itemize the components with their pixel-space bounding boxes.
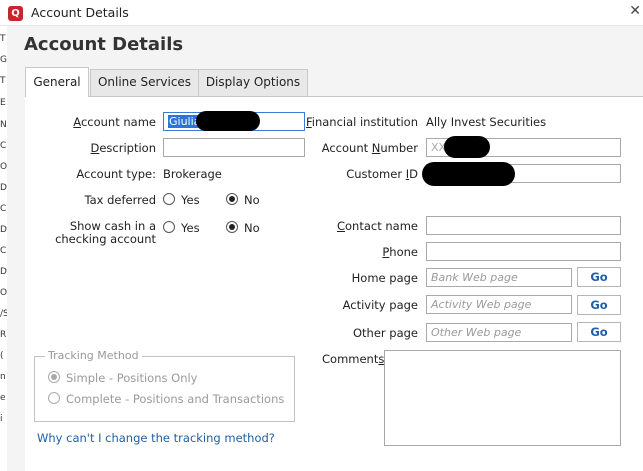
strip-letter: D [0, 267, 7, 277]
comments-textarea[interactable] [384, 350, 621, 446]
tax-deferred-yes-label[interactable]: Yes [181, 193, 200, 207]
strip-letter: D [0, 183, 7, 193]
redaction-mark [422, 162, 515, 186]
phone-label: Phone [382, 245, 418, 259]
strip-letter: D [0, 225, 7, 235]
tab-online-services[interactable]: Online Services [90, 69, 199, 96]
tab-general[interactable]: General [25, 67, 89, 97]
strip-letter: ( [0, 351, 4, 361]
redaction-mark [196, 111, 260, 131]
tracking-simple-label: Simple - Positions Only [66, 371, 198, 385]
background-window-strip: T G T E N C O D C D C D O /S R ( n e i [0, 26, 7, 471]
financial-institution-value: Ally Invest Securities [426, 115, 547, 129]
tax-deferred-label: Tax deferred [84, 193, 156, 207]
description-label: Description [90, 141, 156, 155]
phone-input[interactable] [426, 242, 621, 261]
show-cash-no-label[interactable]: No [244, 221, 260, 235]
account-type-value: Brokerage [163, 167, 222, 181]
home-page-input[interactable]: Bank Web page [426, 268, 572, 287]
strip-letter: i [0, 414, 3, 424]
strip-letter: e [0, 393, 6, 403]
contact-name-input[interactable] [426, 216, 621, 235]
other-page-label: Other page [352, 326, 418, 340]
tax-deferred-yes-radio[interactable] [163, 193, 175, 205]
tax-deferred-no-radio[interactable] [226, 193, 238, 205]
strip-letter: n [0, 372, 6, 382]
account-number-label: Account Number [321, 141, 418, 155]
redaction-mark [444, 136, 490, 158]
account-name-label: Account name [73, 115, 156, 129]
tab-display-options[interactable]: Display Options [198, 69, 308, 96]
strip-letter: T [0, 76, 6, 86]
comments-label: Comments [322, 352, 385, 366]
show-cash-no-radio[interactable] [226, 221, 238, 233]
tracking-method-group [34, 356, 295, 422]
strip-letter: C [0, 246, 7, 256]
strip-letter: N [0, 120, 7, 130]
title-bar: Q Account Details ✕ [0, 0, 643, 26]
show-cash-label: Show cash in a checking account [55, 219, 156, 246]
strip-letter: /S [0, 309, 7, 319]
contact-name-label: Contact name [336, 219, 418, 233]
strip-letter: O [0, 288, 7, 298]
tracking-complete-label: Complete - Positions and Transactions [66, 392, 285, 406]
strip-letter: R [0, 330, 7, 340]
description-input[interactable] [163, 138, 305, 157]
tracking-simple-radio [48, 371, 60, 383]
strip-letter: E [0, 98, 6, 108]
tracking-complete-radio [48, 392, 60, 404]
other-page-go-button[interactable]: Go [577, 322, 621, 342]
close-icon[interactable]: ✕ [629, 3, 641, 19]
show-cash-yes-label[interactable]: Yes [181, 221, 200, 235]
home-page-label: Home page [351, 271, 418, 285]
strip-letter: T [0, 34, 6, 44]
show-cash-yes-radio[interactable] [163, 221, 175, 233]
home-page-go-button[interactable]: Go [577, 267, 621, 287]
account-type-label: Account type: [76, 167, 156, 181]
window-title: Account Details [31, 5, 129, 20]
activity-page-input[interactable]: Activity Web page [426, 295, 572, 314]
strip-letter: C [0, 141, 7, 151]
strip-letter: G [0, 55, 7, 65]
strip-letter: C [0, 204, 7, 214]
activity-page-go-button[interactable]: Go [577, 295, 621, 315]
page-title: Account Details [24, 34, 184, 55]
strip-letter: O [0, 162, 7, 172]
activity-page-label: Activity page [342, 298, 418, 312]
quicken-logo-icon: Q [8, 6, 23, 21]
financial-institution-label: Financial institution [305, 115, 418, 129]
tax-deferred-no-label[interactable]: No [244, 193, 260, 207]
customer-id-label: Customer ID [346, 167, 418, 181]
tracking-method-help-link[interactable]: Why can't I change the tracking method? [37, 431, 275, 445]
tracking-method-legend: Tracking Method [45, 349, 142, 362]
other-page-input[interactable]: Other Web page [426, 323, 572, 342]
